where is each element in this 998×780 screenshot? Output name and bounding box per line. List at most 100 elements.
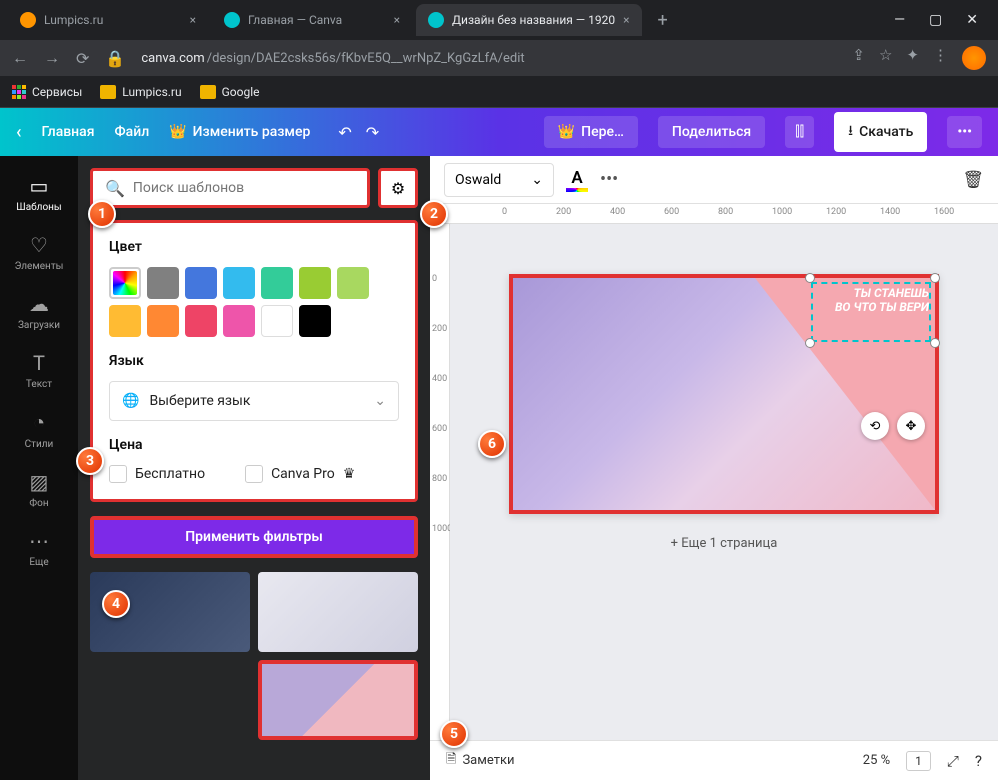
filter-button[interactable]: ⚙: [378, 168, 418, 208]
close-icon[interactable]: ×: [394, 13, 400, 27]
text-icon: T: [33, 351, 45, 375]
sidenav-elements[interactable]: ♡Элементы: [0, 223, 78, 282]
translate-button[interactable]: 👑Пере…: [544, 116, 638, 148]
artboard[interactable]: ТЫ СТАНЕШЬ ВО ЧТО ТЫ ВЕРИ ⟲ ✥: [509, 274, 939, 514]
more-button[interactable]: •••: [947, 116, 982, 148]
browser-tab-active[interactable]: Дизайн без названия — 1920 ×: [416, 4, 642, 36]
ruler-horizontal: 02004006008001000120014001600: [430, 204, 998, 224]
sidenav-background[interactable]: ▨Фон: [0, 460, 78, 519]
color-swatch[interactable]: [185, 305, 217, 337]
url-field[interactable]: canva.com /design/DAE2csks56s/fKbvE5Q__w…: [141, 51, 836, 66]
star-icon[interactable]: ☆: [879, 46, 892, 70]
close-icon[interactable]: ×: [190, 13, 196, 27]
browser-titlebar: Lumpics.ru × Главная — Canva × Дизайн бе…: [0, 0, 998, 40]
resize-handle[interactable]: [930, 338, 940, 348]
folder-icon: [200, 85, 216, 99]
bookmarks-bar: Сервисы Lumpics.ru Google: [0, 76, 998, 108]
menu-icon[interactable]: ⋮: [933, 46, 948, 70]
home-link[interactable]: Главная: [42, 124, 95, 140]
undo-button[interactable]: ↶: [338, 123, 351, 142]
forward-button[interactable]: →: [44, 48, 60, 68]
background-icon: ▨: [30, 470, 49, 494]
reload-button[interactable]: ⟳: [76, 49, 89, 68]
extensions-icon[interactable]: ✦: [906, 46, 919, 70]
template-thumbnails: [90, 572, 418, 740]
back-button[interactable]: ←: [12, 48, 28, 68]
side-navigation: ▭Шаблоны ♡Элементы ☁Загрузки TТекст ◔Сти…: [0, 156, 78, 780]
more-icon: ⋯: [29, 529, 49, 553]
apply-filters-button[interactable]: Применить фильтры: [90, 516, 418, 558]
color-swatch[interactable]: [223, 267, 255, 299]
share-icon[interactable]: ⇪: [852, 46, 865, 70]
browser-tab[interactable]: Lumpics.ru ×: [8, 4, 208, 36]
file-menu[interactable]: Файл: [115, 124, 150, 140]
share-button[interactable]: Поделиться: [658, 116, 765, 148]
font-dropdown[interactable]: Oswald⌄: [444, 163, 554, 197]
sidenav-styles[interactable]: ◔Стили: [0, 400, 78, 460]
sidenav-more[interactable]: ⋯Еще: [0, 519, 78, 578]
sidenav-uploads[interactable]: ☁Загрузки: [0, 282, 78, 341]
price-pro-checkbox[interactable]: Canva Pro♛: [245, 465, 355, 483]
color-swatch[interactable]: [109, 305, 141, 337]
close-button[interactable]: ✕: [966, 12, 978, 28]
favicon: [428, 12, 444, 28]
uploads-icon: ☁: [29, 292, 49, 316]
zoom-level[interactable]: 25 %: [863, 753, 890, 768]
favicon: [20, 12, 36, 28]
notes-button[interactable]: 🗎Заметки: [446, 750, 515, 772]
fullscreen-button[interactable]: ⤢: [947, 752, 959, 770]
canvas-text[interactable]: ТЫ СТАНЕШЬ ВО ЧТО ТЫ ВЕРИ: [835, 286, 929, 315]
price-free-checkbox[interactable]: Бесплатно: [109, 465, 205, 483]
color-swatch[interactable]: [261, 267, 293, 299]
close-icon[interactable]: ×: [623, 13, 629, 27]
sidenav-text[interactable]: TТекст: [0, 341, 78, 400]
address-bar: ← → ⟳ 🔒 canva.com /design/DAE2csks56s/fK…: [0, 40, 998, 76]
color-swatch[interactable]: [147, 267, 179, 299]
canvas-stage[interactable]: ТЫ СТАНЕШЬ ВО ЧТО ТЫ ВЕРИ ⟲ ✥ + Еще 1 ст…: [450, 224, 998, 740]
text-color-button[interactable]: A: [566, 168, 588, 192]
template-thumbnail[interactable]: [258, 572, 418, 652]
redo-button[interactable]: ↷: [366, 123, 379, 142]
color-swatch[interactable]: [147, 305, 179, 337]
window-controls: — ▢ ✕: [894, 12, 990, 28]
profile-avatar[interactable]: [962, 46, 986, 70]
add-page-button[interactable]: + Еще 1 страница: [480, 514, 968, 573]
resize-handle[interactable]: [805, 273, 815, 283]
color-swatch[interactable]: [185, 267, 217, 299]
analytics-button[interactable]: ⫿⫿: [785, 116, 814, 148]
resize-handle[interactable]: [805, 338, 815, 348]
delete-button[interactable]: 🗑: [962, 170, 984, 190]
lock-icon[interactable]: 🔒: [105, 49, 125, 68]
side-panel: 🔍 ⚙ Цвет Язык: [78, 156, 430, 780]
chevron-down-icon: ⌄: [374, 393, 386, 409]
tab-title: Lumpics.ru: [44, 13, 103, 27]
resize-button[interactable]: 👑Изменить размер: [169, 124, 310, 140]
rotate-button[interactable]: ⟲: [861, 412, 889, 440]
color-swatch[interactable]: [261, 305, 293, 337]
page-number[interactable]: 1: [906, 751, 931, 771]
resize-handle[interactable]: [930, 273, 940, 283]
apps-button[interactable]: Сервисы: [12, 85, 82, 99]
globe-icon: 🌐: [122, 393, 139, 409]
template-thumbnail-selected[interactable]: [258, 660, 418, 740]
maximize-button[interactable]: ▢: [929, 12, 942, 28]
help-button[interactable]: ?: [975, 752, 982, 770]
back-icon[interactable]: ‹: [16, 122, 22, 143]
browser-tab[interactable]: Главная — Canva ×: [212, 4, 412, 36]
search-input[interactable]: [133, 180, 355, 196]
more-options-button[interactable]: •••: [600, 169, 618, 190]
sidenav-templates[interactable]: ▭Шаблоны: [0, 164, 78, 223]
minimize-button[interactable]: —: [894, 12, 905, 28]
new-tab-button[interactable]: +: [646, 10, 680, 31]
move-button[interactable]: ✥: [897, 412, 925, 440]
language-select[interactable]: 🌐 Выберите язык ⌄: [109, 381, 399, 421]
download-button[interactable]: ⭳Скачать: [834, 112, 927, 152]
color-swatch[interactable]: [299, 267, 331, 299]
add-color-button[interactable]: [109, 267, 141, 299]
color-swatch[interactable]: [223, 305, 255, 337]
color-swatch[interactable]: [337, 267, 369, 299]
bookmark-item[interactable]: Google: [200, 85, 260, 99]
bookmark-item[interactable]: Lumpics.ru: [100, 85, 181, 99]
notes-icon: 🗎: [446, 750, 456, 772]
color-swatch[interactable]: [299, 305, 331, 337]
